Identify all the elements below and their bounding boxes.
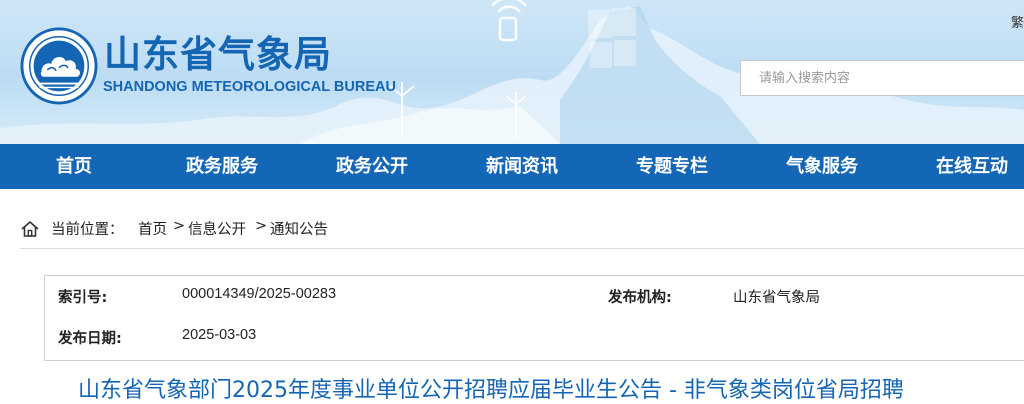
main-nav: 首页 政务服务 政务公开 新闻资讯 专题专栏 气象服务 在线互动 — [0, 144, 1024, 189]
publisher-label: 发布机构: — [608, 290, 672, 306]
publish-date-label: 发布日期: — [58, 331, 122, 347]
site-title[interactable]: 山东省气象局 — [104, 24, 332, 78]
breadcrumb-item-home[interactable]: 首页 — [138, 218, 167, 239]
nav-item-weather-services[interactable]: 气象服务 — [786, 144, 858, 189]
site-subtitle: SHANDONG METEOROLOGICAL BUREAU — [103, 79, 396, 95]
document-meta-panel: 索引号: 000014349/2025-00283 发布机构: 山东省气象局 发… — [44, 275, 1024, 361]
breadcrumb-prefix: 当前位置： — [51, 222, 124, 238]
breadcrumb: 当前位置： 首页 > 信息公开 > 通知公告 — [0, 210, 1024, 248]
breadcrumb-item-info-disclosure[interactable]: 信息公开 — [188, 218, 246, 239]
article-title: 山东省气象部门2025年度事业单位公开招聘应届毕业生公告 - 非气象类岗位省局招… — [78, 378, 904, 403]
nav-item-special-topics[interactable]: 专题专栏 — [636, 144, 708, 189]
nav-item-government-services[interactable]: 政务服务 — [186, 144, 258, 189]
site-header: 山东省气象局 SHANDONG METEOROLOGICAL BUREAU 繁 — [0, 0, 1024, 144]
breadcrumb-separator: > — [173, 218, 186, 234]
breadcrumb-divider — [20, 248, 1024, 249]
breadcrumb-separator: > — [255, 218, 268, 234]
nav-item-government-affairs[interactable]: 政务公开 — [336, 144, 408, 189]
publisher-value: 山东省气象局 — [733, 290, 820, 306]
traditional-chinese-toggle[interactable]: 繁 — [1011, 12, 1024, 31]
nav-item-home[interactable]: 首页 — [56, 144, 92, 189]
index-number-label: 索引号: — [58, 290, 108, 306]
cma-cloud-emblem-icon[interactable] — [20, 27, 98, 105]
search-input[interactable] — [740, 60, 1024, 96]
home-icon — [21, 221, 39, 237]
breadcrumb-item-notices[interactable]: 通知公告 — [270, 218, 328, 239]
nav-item-online-interaction[interactable]: 在线互动 — [936, 144, 1008, 189]
index-number-value: 000014349/2025-00283 — [182, 286, 337, 302]
nav-item-news[interactable]: 新闻资讯 — [486, 144, 558, 189]
publish-date-value: 2025-03-03 — [182, 327, 257, 343]
